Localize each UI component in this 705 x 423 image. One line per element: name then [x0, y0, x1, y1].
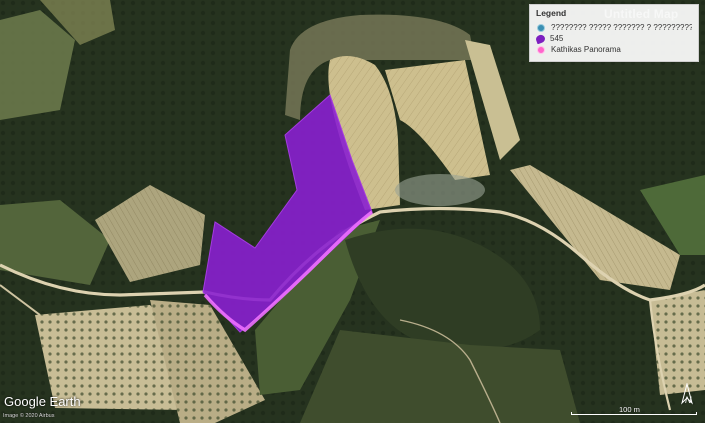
legend-item-label: 545: [550, 34, 564, 43]
legend-item[interactable]: Kathikas Panorama: [536, 44, 692, 55]
compass-north-label: N: [685, 395, 692, 405]
scale-bar-line: [571, 412, 697, 415]
map-title: Untitled Map: [604, 7, 679, 21]
placemark-icon: [537, 23, 545, 32]
legend-item-label: Kathikas Panorama: [551, 45, 621, 54]
cleared-patch: [395, 174, 485, 206]
google-earth-logo: Google Earth: [4, 394, 81, 409]
placemark-icon: [537, 45, 545, 54]
legend-item[interactable]: 545: [536, 33, 692, 44]
polygon-icon: [536, 33, 547, 44]
imagery-credit: Image © 2020 Airbus: [3, 413, 55, 419]
scale-bar: 100 m: [571, 405, 697, 417]
legend-item[interactable]: ???????? ????? ??????? ? ????????? (????…: [536, 22, 692, 33]
satellite-map[interactable]: [0, 0, 705, 423]
legend-item-label: ???????? ????? ??????? ? ????????? (????…: [551, 23, 692, 32]
